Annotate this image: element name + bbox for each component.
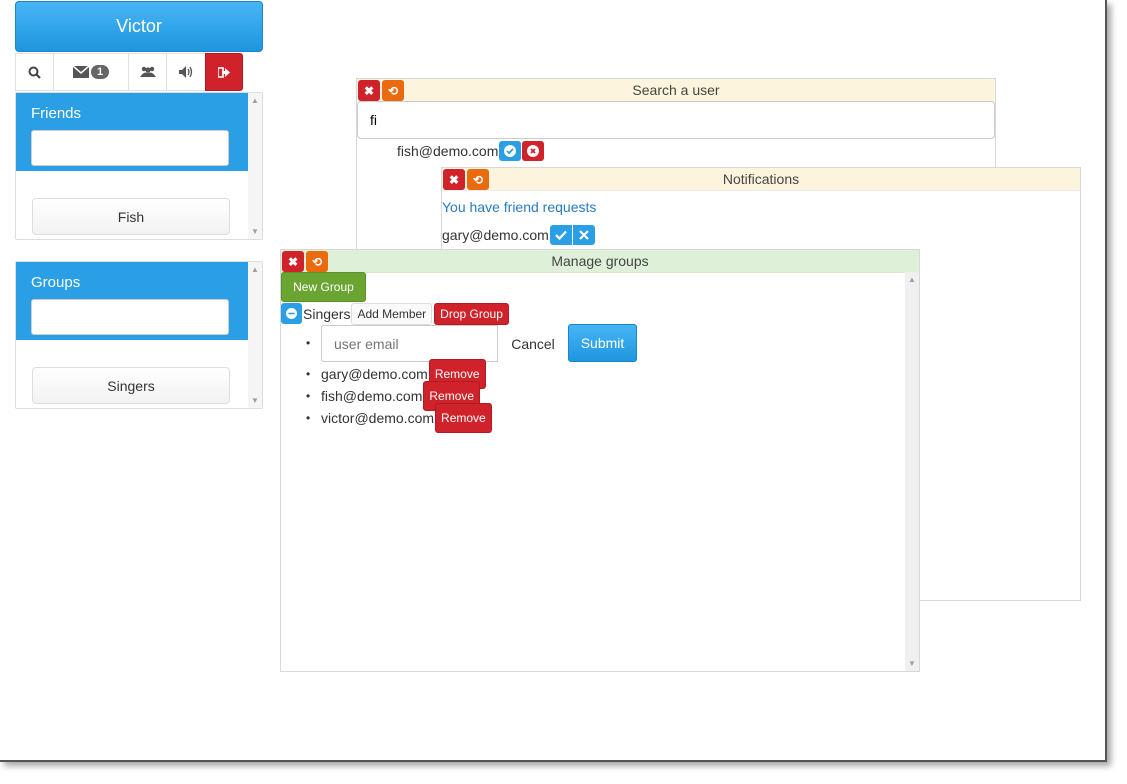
envelope-icon	[72, 66, 89, 78]
manage-groups-window: Manage groups ✖ ⟲ New Group Singers Add …	[280, 249, 920, 672]
friend-requests-message: You have friend requests	[442, 199, 597, 215]
groups-scrollbar[interactable]: ▲ ▼	[248, 262, 262, 408]
member-email: victor@demo.com	[321, 410, 435, 426]
close-button[interactable]: ✖	[443, 169, 465, 190]
submit-button[interactable]: Submit	[568, 324, 637, 362]
friend-request-email: gary@demo.com	[442, 227, 549, 243]
drop-group-button[interactable]: Drop Group	[434, 302, 509, 325]
search-icon	[28, 66, 41, 79]
close-button[interactable]: ✖	[282, 251, 304, 272]
close-icon	[579, 230, 589, 240]
list-bullet: •	[306, 389, 311, 403]
sound-button[interactable]	[166, 53, 205, 91]
cancel-button[interactable]: Cancel	[498, 325, 568, 362]
member-email: fish@demo.com	[321, 388, 423, 404]
sidebar-toolbar: 1	[15, 53, 243, 91]
list-bullet: •	[306, 367, 311, 381]
groups-panel: Groups Singers ▲ ▼	[15, 261, 263, 409]
scroll-down-icon[interactable]: ▼	[908, 659, 916, 668]
refresh-button[interactable]: ⟲	[306, 251, 328, 272]
times-circle-icon	[527, 145, 540, 157]
decline-request-button[interactable]	[572, 225, 595, 245]
search-window-titlebar[interactable]: Search a user	[357, 79, 995, 102]
refresh-icon: ⟲	[387, 83, 399, 98]
close-icon: ✖	[448, 172, 460, 187]
groups-header: Groups	[16, 262, 248, 340]
member-email-input[interactable]	[321, 325, 498, 362]
volume-icon	[179, 66, 193, 78]
check-icon	[555, 230, 567, 240]
friends-title: Friends	[31, 105, 82, 122]
search-button[interactable]	[15, 53, 53, 91]
friend-request-row: gary@demo.com	[442, 225, 595, 245]
check-circle-icon	[504, 145, 517, 157]
manage-groups-title: Manage groups	[551, 253, 649, 269]
scroll-up-icon[interactable]: ▲	[251, 96, 259, 105]
refresh-icon: ⟲	[311, 254, 323, 269]
member-row: • victor@demo.com Remove	[306, 403, 492, 433]
block-user-button[interactable]	[522, 141, 545, 161]
new-group-button[interactable]: New Group	[281, 272, 366, 302]
manage-groups-titlebar[interactable]: Manage groups	[281, 250, 919, 273]
notifications-title: Notifications	[722, 171, 800, 187]
users-icon	[139, 66, 156, 77]
refresh-button[interactable]: ⟲	[467, 169, 489, 190]
add-member-button[interactable]: Add Member	[351, 302, 433, 325]
scroll-down-icon[interactable]: ▼	[251, 227, 259, 236]
accept-request-button[interactable]	[549, 225, 572, 245]
groups-search-input[interactable]	[31, 299, 229, 335]
friends-search-input[interactable]	[31, 130, 229, 166]
close-icon: ✖	[287, 254, 299, 269]
minus-circle-icon	[286, 308, 297, 319]
logout-button[interactable]	[205, 53, 243, 91]
list-bullet: •	[306, 336, 311, 350]
group-item[interactable]: Singers	[32, 367, 230, 404]
groups-title: Groups	[31, 274, 81, 291]
groups-button[interactable]	[128, 53, 166, 91]
friend-item[interactable]: Fish	[32, 198, 230, 235]
add-friend-button[interactable]	[499, 141, 522, 161]
search-window-title: Search a user	[632, 82, 720, 98]
user-name: Victor	[116, 16, 162, 36]
search-user-input[interactable]	[357, 101, 995, 139]
refresh-icon: ⟲	[472, 172, 484, 187]
group-name: Singers	[303, 305, 351, 322]
search-result-row: fish@demo.com	[397, 141, 545, 161]
refresh-button[interactable]: ⟲	[382, 80, 404, 101]
list-bullet: •	[306, 411, 311, 425]
notifications-titlebar[interactable]: Notifications	[442, 168, 1080, 191]
close-button[interactable]: ✖	[358, 80, 380, 101]
close-icon: ✖	[363, 83, 375, 98]
scroll-down-icon[interactable]: ▼	[251, 396, 259, 405]
search-result-email: fish@demo.com	[397, 143, 499, 159]
scroll-up-icon[interactable]: ▲	[908, 275, 916, 284]
friends-scrollbar[interactable]: ▲ ▼	[248, 93, 262, 239]
group-row: Singers Add Member Drop Group	[281, 302, 509, 325]
user-name-header[interactable]: Victor	[15, 1, 263, 52]
friends-header: Friends	[16, 93, 248, 171]
remove-member-button[interactable]: Remove	[435, 403, 492, 433]
friends-panel: Friends Fish ▲ ▼	[15, 92, 263, 240]
scroll-up-icon[interactable]: ▲	[251, 265, 259, 274]
messages-button[interactable]: 1	[53, 53, 128, 91]
groups-window-scrollbar[interactable]: ▲ ▼	[905, 272, 919, 671]
member-email: gary@demo.com	[321, 366, 428, 382]
sign-out-icon	[218, 66, 230, 78]
collapse-group-button[interactable]	[281, 303, 302, 324]
member-list: • gary@demo.com Remove • fish@demo.com R…	[306, 359, 492, 433]
messages-badge: 1	[90, 65, 110, 79]
